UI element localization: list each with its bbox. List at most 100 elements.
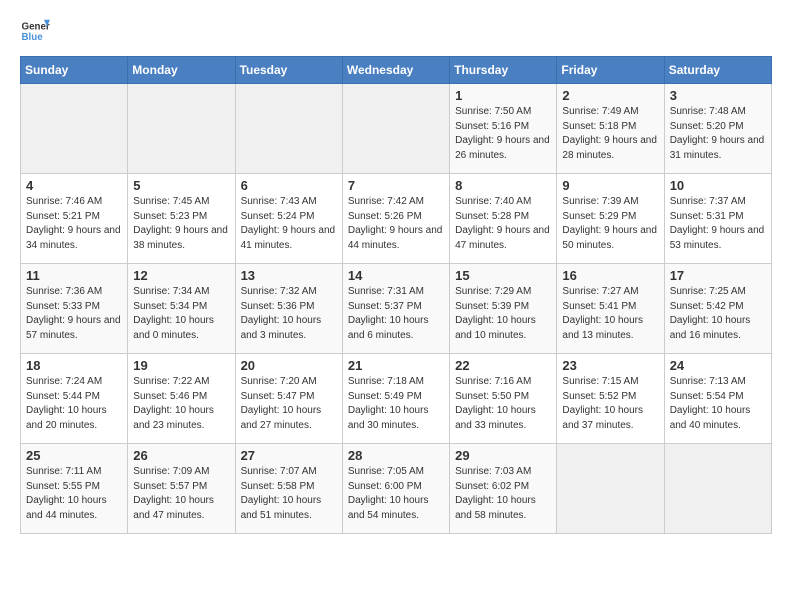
day-info: Sunrise: 7:20 AMSunset: 5:47 PMDaylight:… [241, 375, 337, 433]
calendar-cell: 4 Sunrise: 7:46 AMSunset: 5:21 PMDaylight… [21, 174, 128, 264]
day-number: 25 [26, 448, 122, 463]
calendar-cell: 6 Sunrise: 7:43 AMSunset: 5:24 PMDaylight… [235, 174, 342, 264]
day-number: 28 [348, 448, 444, 463]
calendar-cell: 7 Sunrise: 7:42 AMSunset: 5:26 PMDaylight… [342, 174, 449, 264]
day-number: 29 [455, 448, 551, 463]
day-number: 7 [348, 178, 444, 193]
day-number: 1 [455, 88, 551, 103]
weekday-header-monday: Monday [128, 57, 235, 84]
logo: General Blue [20, 16, 50, 46]
day-number: 9 [562, 178, 658, 193]
day-info: Sunrise: 7:31 AMSunset: 5:37 PMDaylight:… [348, 285, 444, 343]
calendar-cell: 21 Sunrise: 7:18 AMSunset: 5:49 PMDayligh… [342, 354, 449, 444]
calendar-cell [664, 444, 771, 534]
day-number: 20 [241, 358, 337, 373]
calendar-cell [128, 84, 235, 174]
day-info: Sunrise: 7:03 AMSunset: 6:02 PMDaylight:… [455, 465, 551, 523]
calendar-cell: 28 Sunrise: 7:05 AMSunset: 6:00 PMDayligh… [342, 444, 449, 534]
weekday-header-thursday: Thursday [450, 57, 557, 84]
weekday-header-friday: Friday [557, 57, 664, 84]
day-number: 12 [133, 268, 229, 283]
day-number: 10 [670, 178, 766, 193]
day-number: 8 [455, 178, 551, 193]
day-info: Sunrise: 7:07 AMSunset: 5:58 PMDaylight:… [241, 465, 337, 523]
calendar-cell: 23 Sunrise: 7:15 AMSunset: 5:52 PMDayligh… [557, 354, 664, 444]
day-number: 3 [670, 88, 766, 103]
day-info: Sunrise: 7:43 AMSunset: 5:24 PMDaylight:… [241, 195, 337, 253]
day-info: Sunrise: 7:15 AMSunset: 5:52 PMDaylight:… [562, 375, 658, 433]
day-number: 27 [241, 448, 337, 463]
calendar-cell: 17 Sunrise: 7:25 AMSunset: 5:42 PMDayligh… [664, 264, 771, 354]
day-info: Sunrise: 7:45 AMSunset: 5:23 PMDaylight:… [133, 195, 229, 253]
calendar-cell: 14 Sunrise: 7:31 AMSunset: 5:37 PMDayligh… [342, 264, 449, 354]
calendar-cell: 12 Sunrise: 7:34 AMSunset: 5:34 PMDayligh… [128, 264, 235, 354]
day-number: 13 [241, 268, 337, 283]
day-info: Sunrise: 7:25 AMSunset: 5:42 PMDaylight:… [670, 285, 766, 343]
day-number: 6 [241, 178, 337, 193]
calendar-cell [21, 84, 128, 174]
calendar-cell: 13 Sunrise: 7:32 AMSunset: 5:36 PMDayligh… [235, 264, 342, 354]
day-info: Sunrise: 7:42 AMSunset: 5:26 PMDaylight:… [348, 195, 444, 253]
day-number: 26 [133, 448, 229, 463]
day-info: Sunrise: 7:50 AMSunset: 5:16 PMDaylight:… [455, 105, 551, 163]
calendar-cell: 24 Sunrise: 7:13 AMSunset: 5:54 PMDayligh… [664, 354, 771, 444]
calendar-cell: 2 Sunrise: 7:49 AMSunset: 5:18 PMDaylight… [557, 84, 664, 174]
calendar-table: SundayMondayTuesdayWednesdayThursdayFrid… [20, 56, 772, 534]
calendar-cell [342, 84, 449, 174]
calendar-body: 1 Sunrise: 7:50 AMSunset: 5:16 PMDaylight… [21, 84, 772, 534]
calendar-cell: 27 Sunrise: 7:07 AMSunset: 5:58 PMDayligh… [235, 444, 342, 534]
day-number: 24 [670, 358, 766, 373]
calendar-cell: 10 Sunrise: 7:37 AMSunset: 5:31 PMDayligh… [664, 174, 771, 264]
calendar-cell: 25 Sunrise: 7:11 AMSunset: 5:55 PMDayligh… [21, 444, 128, 534]
calendar-cell: 1 Sunrise: 7:50 AMSunset: 5:16 PMDaylight… [450, 84, 557, 174]
weekday-header-tuesday: Tuesday [235, 57, 342, 84]
weekday-header-saturday: Saturday [664, 57, 771, 84]
calendar-cell: 9Sunrise: 7:39 AMSunset: 5:29 PMDaylight… [557, 174, 664, 264]
day-number: 11 [26, 268, 122, 283]
calendar-cell: 19Sunrise: 7:22 AMSunset: 5:46 PMDayligh… [128, 354, 235, 444]
calendar-cell: 3 Sunrise: 7:48 AMSunset: 5:20 PMDaylight… [664, 84, 771, 174]
day-info: Sunrise: 7:16 AMSunset: 5:50 PMDaylight:… [455, 375, 551, 433]
calendar-cell: 26 Sunrise: 7:09 AMSunset: 5:57 PMDayligh… [128, 444, 235, 534]
calendar-cell: 11 Sunrise: 7:36 AMSunset: 5:33 PMDayligh… [21, 264, 128, 354]
day-info: Sunrise: 7:18 AMSunset: 5:49 PMDaylight:… [348, 375, 444, 433]
weekday-header-wednesday: Wednesday [342, 57, 449, 84]
calendar-cell [557, 444, 664, 534]
calendar-cell [235, 84, 342, 174]
calendar-cell: 15Sunrise: 7:29 AMSunset: 5:39 PMDayligh… [450, 264, 557, 354]
svg-text:Blue: Blue [22, 32, 44, 43]
day-info: Sunrise: 7:13 AMSunset: 5:54 PMDaylight:… [670, 375, 766, 433]
calendar-cell: 29 Sunrise: 7:03 AMSunset: 6:02 PMDayligh… [450, 444, 557, 534]
calendar-cell: 8Sunrise: 7:40 AMSunset: 5:28 PMDaylight… [450, 174, 557, 264]
day-info: Sunrise: 7:29 AMSunset: 5:39 PMDaylight:… [455, 285, 551, 343]
day-info: Sunrise: 7:24 AMSunset: 5:44 PMDaylight:… [26, 375, 122, 433]
day-number: 18 [26, 358, 122, 373]
day-info: Sunrise: 7:27 AMSunset: 5:41 PMDaylight:… [562, 285, 658, 343]
day-number: 2 [562, 88, 658, 103]
day-number: 23 [562, 358, 658, 373]
day-info: Sunrise: 7:34 AMSunset: 5:34 PMDaylight:… [133, 285, 229, 343]
calendar-cell: 22 Sunrise: 7:16 AMSunset: 5:50 PMDayligh… [450, 354, 557, 444]
calendar-cell: 5Sunrise: 7:45 AMSunset: 5:23 PMDaylight… [128, 174, 235, 264]
day-number: 21 [348, 358, 444, 373]
day-number: 14 [348, 268, 444, 283]
page-header: General Blue [20, 16, 772, 46]
weekday-header-sunday: Sunday [21, 57, 128, 84]
day-info: Sunrise: 7:32 AMSunset: 5:36 PMDaylight:… [241, 285, 337, 343]
day-number: 17 [670, 268, 766, 283]
day-info: Sunrise: 7:46 AMSunset: 5:21 PMDaylight:… [26, 195, 122, 253]
calendar-cell: 16Sunrise: 7:27 AMSunset: 5:41 PMDayligh… [557, 264, 664, 354]
day-info: Sunrise: 7:36 AMSunset: 5:33 PMDaylight:… [26, 285, 122, 343]
day-info: Sunrise: 7:49 AMSunset: 5:18 PMDaylight:… [562, 105, 658, 163]
day-info: Sunrise: 7:11 AMSunset: 5:55 PMDaylight:… [26, 465, 122, 523]
day-info: Sunrise: 7:05 AMSunset: 6:00 PMDaylight:… [348, 465, 444, 523]
day-number: 19 [133, 358, 229, 373]
day-info: Sunrise: 7:37 AMSunset: 5:31 PMDaylight:… [670, 195, 766, 253]
day-info: Sunrise: 7:48 AMSunset: 5:20 PMDaylight:… [670, 105, 766, 163]
logo-icon: General Blue [20, 16, 50, 46]
day-info: Sunrise: 7:09 AMSunset: 5:57 PMDaylight:… [133, 465, 229, 523]
day-number: 4 [26, 178, 122, 193]
calendar-cell: 18 Sunrise: 7:24 AMSunset: 5:44 PMDayligh… [21, 354, 128, 444]
day-number: 22 [455, 358, 551, 373]
calendar-header: SundayMondayTuesdayWednesdayThursdayFrid… [21, 57, 772, 84]
